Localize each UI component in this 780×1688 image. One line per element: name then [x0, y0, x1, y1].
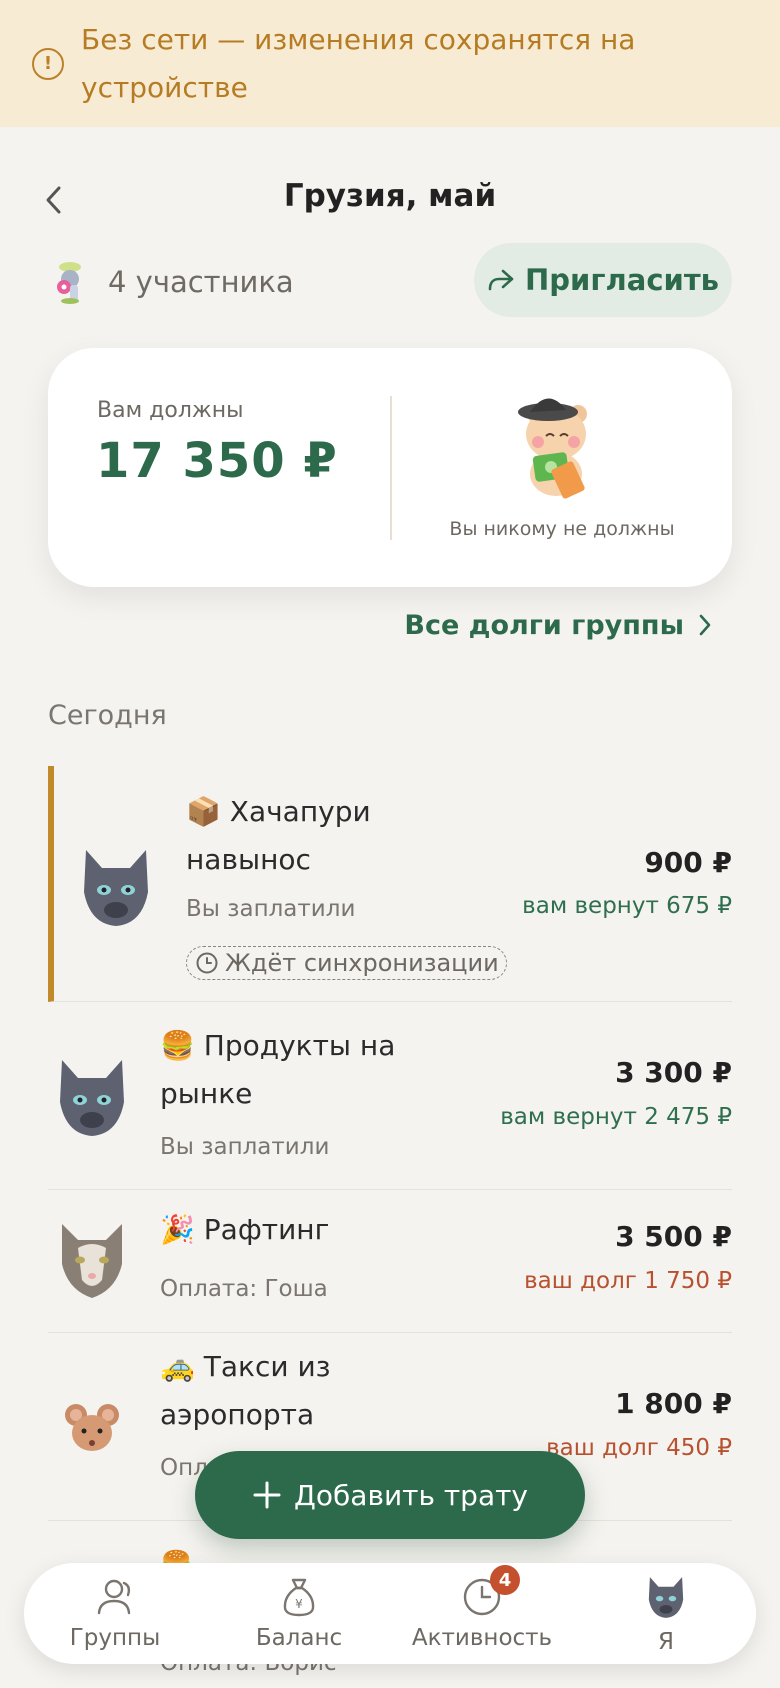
expense-share: ваш долг 1 750 ₽ [524, 1268, 732, 1294]
all-debts-label: Все долги группы [404, 609, 684, 641]
no-debt-text: Вы никому не должны [449, 518, 675, 540]
add-expense-label: Добавить трату [294, 1478, 528, 1512]
invite-button[interactable]: Пригласить [474, 243, 732, 317]
expense-title-line2: навынос [186, 843, 311, 876]
expense-row[interactable]: 🍔 Продукты на рынке Вы заплатили 3 300 ₽… [48, 1002, 732, 1190]
expense-title-line1: Такси из [203, 1350, 331, 1383]
all-debts-link[interactable]: Все долги группы [404, 605, 712, 645]
clock-icon [196, 952, 218, 974]
expense-title: 🍔 Продукты на рынке [160, 1022, 420, 1118]
expense-title: 🎉 Рафтинг [160, 1206, 420, 1254]
expense-title-line1: Продукты на [203, 1029, 396, 1062]
sync-pending-badge: Ждёт синхронизации [186, 946, 507, 980]
expense-amount: 900 ₽ [644, 846, 732, 879]
chevron-right-icon [699, 614, 711, 636]
expense-emoji: 🍔 [160, 1029, 195, 1062]
expense-title-line1: Хачапури [229, 795, 371, 828]
mouse-avatar [65, 1404, 119, 1451]
tab-activity-label: Активность [411, 1625, 553, 1651]
tabby-cat-avatar [62, 1224, 122, 1298]
tab-activity[interactable]: 4 Активность [402, 1565, 562, 1655]
activity-badge: 4 [490, 1565, 520, 1595]
offline-banner: ! Без сети — изменения сохранятся на уст… [0, 0, 780, 127]
plus-icon [253, 1481, 281, 1509]
gray-cat-avatar [84, 850, 148, 926]
tab-groups[interactable]: Группы [35, 1575, 195, 1655]
expense-title: 📦 Хачапури навынос [186, 788, 446, 884]
page-title: Грузия, май [283, 178, 497, 214]
members-row[interactable]: 4 участника [50, 255, 294, 309]
expense-title-line1: Рафтинг [203, 1213, 330, 1246]
svg-text:¥: ¥ [295, 1597, 303, 1611]
expense-payer: Вы заплатили [160, 1134, 330, 1160]
people-icon [93, 1575, 137, 1619]
bottom-tab-bar: Группы ¥ Баланс 4 Активность Я [24, 1563, 756, 1664]
expense-title: 🚕 Такси из аэропорта [160, 1343, 420, 1439]
money-bag-icon: ¥ [277, 1575, 321, 1619]
balance-summary-card: Вам должны 17 350 ₽ Вы никому не должны [48, 348, 732, 587]
expense-title-line2: рынке [160, 1077, 253, 1110]
expense-title-line2: аэропорта [160, 1398, 315, 1431]
clock-icon: 4 [460, 1565, 520, 1619]
expense-emoji: 🎉 [160, 1213, 195, 1246]
offline-banner-text: Без сети — изменения сохранятся на устро… [81, 22, 636, 104]
members-count: 4 участника [108, 265, 294, 299]
expense-row[interactable]: 📦 Хачапури навынос Вы заплатили Ждёт син… [48, 766, 732, 1002]
tab-me-label: Я [658, 1629, 674, 1655]
expense-payer: Оплата: Гоша [160, 1276, 328, 1302]
header: Грузия, май [0, 170, 780, 230]
expense-amount: 1 800 ₽ [615, 1387, 732, 1420]
tab-groups-label: Группы [69, 1625, 161, 1651]
exclamation-circle-icon: ! [32, 47, 64, 80]
bear-with-money-mascot-icon [518, 398, 587, 499]
expense-share: ваш долг 450 ₽ [546, 1435, 732, 1461]
tab-balance[interactable]: ¥ Баланс [219, 1575, 379, 1655]
tab-balance-label: Баланс [255, 1625, 343, 1651]
expense-emoji: 📦 [186, 795, 221, 828]
group-mascot-icon [57, 262, 81, 304]
share-arrow-icon [488, 269, 514, 291]
expense-amount: 3 500 ₽ [615, 1220, 732, 1253]
sync-pending-label: Ждёт синхронизации [225, 949, 499, 977]
gray-cat-avatar [60, 1060, 124, 1136]
expense-payer: Вы заплатили [186, 896, 356, 922]
tab-me[interactable]: Я [586, 1575, 746, 1655]
expense-share: вам вернут 675 ₽ [522, 893, 732, 919]
expense-share: вам вернут 2 475 ₽ [500, 1104, 732, 1130]
add-expense-button[interactable]: Добавить трату [195, 1451, 585, 1539]
owed-amount: 17 350 ₽ [96, 433, 338, 489]
owed-label: Вам должны [97, 398, 244, 423]
expense-row[interactable]: 🎉 Рафтинг Оплата: Гоша 3 500 ₽ ваш долг … [48, 1190, 732, 1333]
section-today-label: Сегодня [48, 700, 167, 731]
expense-emoji: 🚕 [160, 1350, 195, 1383]
expense-amount: 3 300 ₽ [615, 1056, 732, 1089]
invite-label: Пригласить [525, 263, 719, 297]
user-avatar-icon [644, 1575, 688, 1619]
